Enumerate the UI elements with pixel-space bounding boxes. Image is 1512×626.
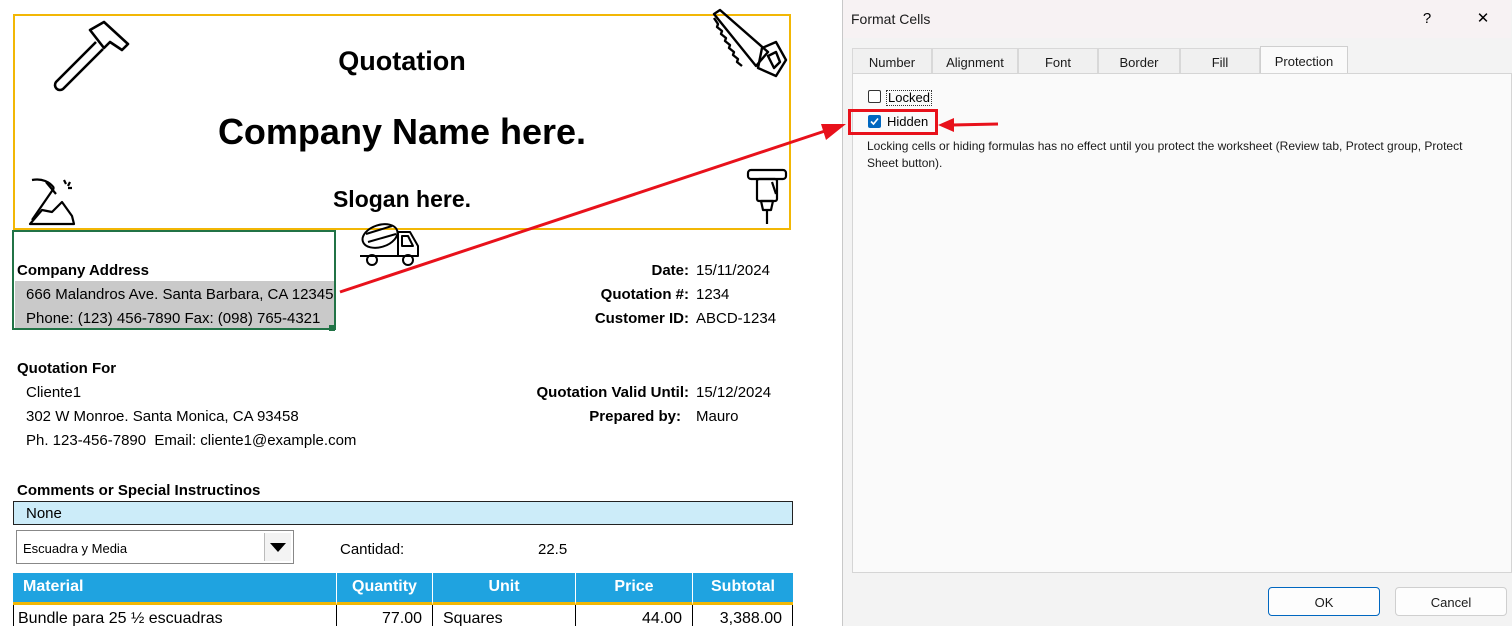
table-header-material: Material — [13, 573, 336, 605]
table-header-price: Price — [575, 573, 692, 605]
company-address-line2[interactable]: Phone: (123) 456-7890 Fax: (098) 765-432… — [26, 310, 320, 327]
material-dropdown-value: Escuadra y Media — [23, 541, 128, 556]
dialog-title: Format Cells — [851, 11, 931, 27]
client-name[interactable]: Cliente1 — [26, 384, 81, 401]
customer-id-label: Customer ID: — [594, 310, 689, 327]
highlight-box — [848, 109, 938, 135]
cell-quantity[interactable]: 77.00 — [336, 605, 432, 626]
tab-alignment[interactable]: Alignment — [932, 48, 1018, 73]
tab-protection[interactable]: Protection — [1260, 46, 1348, 73]
client-address[interactable]: 302 W Monroe. Santa Monica, CA 93458 — [26, 408, 299, 425]
help-icon[interactable]: ? — [1413, 8, 1441, 30]
comments-label: Comments or Special Instructinos — [17, 482, 261, 499]
locked-label[interactable]: Locked — [886, 90, 932, 106]
quotation-number-value[interactable]: 1234 — [696, 286, 729, 303]
slogan: Slogan here. — [332, 186, 472, 212]
close-icon[interactable]: ✕ — [1469, 8, 1497, 30]
cell-unit[interactable]: Squares — [432, 605, 575, 626]
valid-until-value[interactable]: 15/12/2024 — [696, 384, 771, 401]
protection-panel: Locked Hidden Locking cells or hiding fo… — [848, 73, 1512, 573]
customer-id-value[interactable]: ABCD-1234 — [696, 310, 776, 327]
table-header-quantity: Quantity — [336, 573, 432, 605]
tab-font[interactable]: Font — [1018, 48, 1098, 73]
date-label: Date: — [651, 262, 689, 279]
fill-handle[interactable] — [329, 325, 335, 331]
date-value[interactable]: 15/11/2024 — [696, 262, 770, 279]
client-contact[interactable]: Ph. 123-456-7890 Email: cliente1@example… — [26, 432, 356, 449]
table-header-subtotal: Subtotal — [692, 573, 793, 605]
dropdown-arrow-icon — [270, 543, 286, 552]
locked-checkbox[interactable] — [868, 90, 881, 103]
valid-until-label: Quotation Valid Until: — [536, 384, 690, 401]
comments-field[interactable]: None — [13, 501, 793, 525]
quotation-number-label: Quotation #: — [600, 286, 689, 303]
cancel-button[interactable]: Cancel — [1395, 587, 1507, 616]
tab-border[interactable]: Border — [1098, 48, 1180, 73]
cell-price[interactable]: 44.00 — [575, 605, 692, 626]
cell-material[interactable]: Bundle para 25 ½ escuadras — [13, 605, 336, 626]
cell-subtotal[interactable]: 3,388.00 — [692, 605, 793, 626]
tab-number[interactable]: Number — [852, 48, 932, 73]
worksheet: Quotation Company Name here. Slogan here… — [0, 0, 842, 626]
dropdown-button[interactable] — [264, 533, 291, 561]
quantity-value[interactable]: 22.5 — [538, 541, 567, 558]
company-address-line1[interactable]: 666 Malandros Ave. Santa Barbara, CA 123… — [26, 286, 333, 303]
protection-note: Locking cells or hiding formulas has no … — [867, 139, 1463, 170]
quotation-title: Quotation — [338, 46, 466, 76]
quantity-label: Cantidad: — [340, 541, 405, 558]
comments-value: None — [26, 505, 62, 522]
tab-fill[interactable]: Fill — [1180, 48, 1260, 73]
prepared-by-value[interactable]: Mauro — [696, 408, 739, 425]
dialog-titlebar[interactable] — [843, 0, 1511, 38]
quotation-for-label: Quotation For — [17, 360, 117, 377]
table-header-unit: Unit — [432, 573, 575, 605]
format-cells-dialog: Format Cells ? ✕ Number Alignment Font B… — [842, 0, 1512, 626]
prepared-by-label: Prepared by: — [589, 408, 681, 425]
company-address-label: Company Address — [17, 262, 149, 279]
ok-button[interactable]: OK — [1268, 587, 1380, 616]
company-name: Company Name here. — [217, 111, 587, 152]
cement-truck-icon — [360, 223, 419, 266]
material-dropdown[interactable]: Escuadra y Media — [16, 530, 294, 564]
